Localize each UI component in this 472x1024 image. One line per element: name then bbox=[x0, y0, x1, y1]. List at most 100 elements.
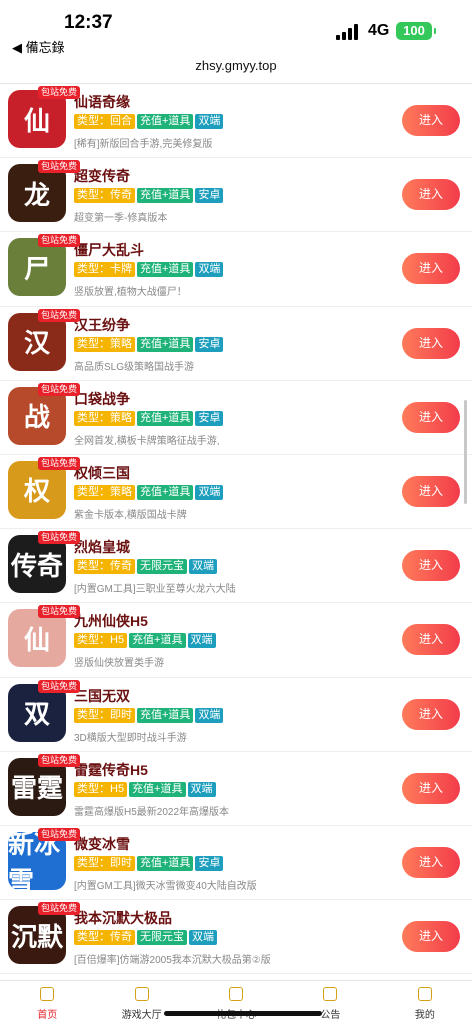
enter-button[interactable]: 进入 bbox=[402, 550, 460, 582]
url-bar[interactable]: zhsy.gmyy.top bbox=[0, 58, 472, 84]
nav-item-gamepad[interactable]: 游戏大厅 bbox=[94, 981, 188, 1024]
game-name[interactable]: 三国无双 bbox=[74, 686, 130, 706]
game-row[interactable]: 包站免费权权倾三国 类型：策略 充值+道具 双端 紫金卡版本,横版国战卡牌 进入 bbox=[0, 455, 472, 530]
feature-tag: 充值+道具 bbox=[137, 336, 194, 352]
game-tags: 类型：策略 充值+道具 双端 bbox=[74, 484, 224, 500]
game-row[interactable]: 包站免费战口袋战争 类型：策略 充值+道具 安卓 全网首发,横板卡牌策略征战手游, 进入 bbox=[0, 381, 472, 455]
platform-tag: 双端 bbox=[187, 633, 216, 649]
platform-tag: 安卓 bbox=[195, 188, 224, 204]
game-row[interactable]: 包站免费双三国无双 类型：即时 充值+道具 双端 3D横版大型即时战斗手游 进入 bbox=[0, 678, 472, 752]
game-name[interactable]: 权倾三国 bbox=[74, 463, 130, 483]
free-ribbon: 包站免费 bbox=[38, 160, 81, 174]
scrollbar[interactable] bbox=[464, 400, 467, 504]
platform-tag: 双端 bbox=[189, 559, 217, 575]
free-ribbon: 包站免费 bbox=[38, 234, 81, 248]
game-row[interactable]: 包站免费 传奇 烈焰皇城 类型：传奇 无限元宝 双端 [内置GM工具]三职业至尊火龙六大陆进… bbox=[0, 529, 472, 604]
enter-button[interactable]: 进入 bbox=[402, 105, 460, 136]
type-tag: 类型：传奇 bbox=[74, 188, 135, 204]
game-row[interactable]: 包站免费尸僵尸大乱斗 类型：卡牌 充值+道具 双端 竖版放置,植物大战僵尸！ 进入 bbox=[0, 232, 472, 307]
feature-tag: 充值+道具 bbox=[137, 855, 194, 871]
game-tags: 类型：H5 充值+道具 双端 bbox=[74, 781, 216, 797]
back-to-app-link[interactable]: ◀ 備忘錄 bbox=[12, 37, 65, 56]
platform-tag: 双端 bbox=[187, 781, 216, 797]
game-tags: 类型：回合 充值+道具 双端 bbox=[74, 114, 224, 129]
type-tag: 类型：H5 bbox=[74, 781, 128, 797]
game-tags: 类型：策略 充值+道具 安卓 bbox=[74, 336, 224, 352]
type-tag: 类型：策略 bbox=[74, 410, 135, 426]
type-tag: 类型：卡牌 bbox=[74, 262, 135, 278]
game-name[interactable]: 僵尸大乱斗 bbox=[74, 240, 144, 260]
battery-icon: 100 bbox=[396, 22, 436, 40]
feature-tag: 充值+道具 bbox=[137, 188, 194, 204]
game-row[interactable]: 包站免费 雷霆 雷霆传奇H5 类型：H5 充值+道具 双端 雷霆高爆版H5最新2022年高爆… bbox=[0, 752, 472, 826]
network-label: 4G bbox=[368, 22, 390, 39]
feature-tag: 无限元宝 bbox=[137, 930, 187, 946]
type-tag: 类型：传奇 bbox=[74, 930, 135, 946]
type-tag: 类型：传奇 bbox=[74, 559, 135, 575]
game-row[interactable]: 包站免费 沉默 我本沉默大极品 类型：传奇 无限元宝 双端 [百倍爆率]仿端游2005我本沉… bbox=[0, 900, 472, 975]
game-tags: 类型：即时 充值+道具 双端 bbox=[74, 707, 224, 723]
game-tags: 类型：传奇 充值+道具 安卓 bbox=[74, 188, 224, 204]
nav-item-user[interactable]: 我的 bbox=[378, 981, 472, 1024]
game-name[interactable]: 九州仙侠H5 bbox=[74, 611, 148, 631]
game-icon[interactable]: 尸 bbox=[8, 238, 66, 297]
feature-tag: 充值+道具 bbox=[137, 262, 194, 278]
game-tags: 类型：卡牌 充值+道具 双端 bbox=[74, 262, 224, 278]
game-tags: 类型：H5 充值+道具 双端 bbox=[74, 633, 216, 649]
game-row[interactable]: 包站免费汉汉王纷争 类型：策略 充值+道具 安卓 高品质SLG级策略国战手游 进入 bbox=[0, 307, 472, 381]
game-name[interactable]: 口袋战争 bbox=[74, 389, 130, 409]
enter-button[interactable]: 进入 bbox=[402, 772, 460, 804]
game-description: 紫金卡版本,横版国战卡牌 bbox=[74, 509, 187, 521]
platform-tag: 双端 bbox=[195, 262, 224, 278]
type-tag: 类型：H5 bbox=[74, 633, 128, 649]
nav-label: 首页 bbox=[37, 1010, 58, 1021]
home-icon bbox=[40, 987, 55, 1001]
enter-button[interactable]: 进入 bbox=[402, 698, 460, 730]
nav-item-gift[interactable]: 礼包中心 bbox=[189, 981, 283, 1024]
enter-button[interactable]: 进入 bbox=[402, 846, 460, 878]
nav-item-home[interactable]: 首页 bbox=[0, 981, 94, 1024]
gift-icon bbox=[229, 987, 244, 1001]
enter-button[interactable]: 进入 bbox=[402, 921, 460, 953]
game-name[interactable]: 雷霆传奇H5 bbox=[74, 760, 148, 780]
feature-tag: 充值+道具 bbox=[129, 633, 186, 649]
feature-tag: 无限元宝 bbox=[137, 559, 187, 575]
game-description: [稀有]新版回合手游,完美修复版 bbox=[74, 139, 213, 150]
type-tag: 类型：策略 bbox=[74, 484, 135, 500]
game-description: 雷霆高爆版H5最新2022年高爆版本 bbox=[74, 806, 230, 818]
chat-icon bbox=[323, 987, 338, 1001]
game-name[interactable]: 超变传奇 bbox=[74, 166, 130, 186]
signal-icon bbox=[336, 24, 360, 40]
feature-tag: 充值+道具 bbox=[137, 114, 194, 129]
feature-tag: 充值+道具 bbox=[129, 781, 186, 797]
home-indicator[interactable] bbox=[164, 1011, 322, 1016]
game-description: 竖版仙侠放置类手游 bbox=[74, 658, 164, 670]
game-name[interactable]: 汉王纷争 bbox=[74, 315, 130, 335]
game-name[interactable]: 烈焰皇城 bbox=[74, 537, 130, 557]
game-row[interactable]: 包站免费龙超变传奇 类型：传奇 充值+道具 安卓 超变第一季-修真版本 进入 bbox=[0, 158, 472, 233]
game-name[interactable]: 微变冰雪 bbox=[74, 834, 130, 854]
enter-button[interactable]: 进入 bbox=[402, 475, 460, 507]
clock: 12:37 bbox=[64, 12, 113, 33]
enter-button[interactable]: 进入 bbox=[402, 624, 460, 656]
type-tag: 类型：回合 bbox=[74, 114, 135, 129]
enter-button[interactable]: 进入 bbox=[402, 327, 460, 359]
game-description: 超变第一季-修真版本 bbox=[74, 213, 168, 225]
game-row[interactable]: 包站免费仙仙语奇缘 类型：回合 充值+道具 双端 [稀有]新版回合手游,完美修复版 进入 bbox=[0, 84, 472, 159]
game-tags: 类型：即时 充值+道具 安卓 bbox=[74, 855, 224, 871]
enter-button[interactable]: 进入 bbox=[402, 179, 460, 211]
platform-tag: 双端 bbox=[189, 930, 217, 946]
free-ribbon: 包站免费 bbox=[38, 382, 81, 396]
enter-button[interactable]: 进入 bbox=[402, 253, 460, 285]
enter-button[interactable]: 进入 bbox=[402, 401, 460, 433]
platform-tag: 双端 bbox=[195, 484, 224, 500]
game-row[interactable]: 包站免费仙九州仙侠H5 类型：H5 充值+道具 双端 竖版仙侠放置类手游 进入 bbox=[0, 603, 472, 678]
nav-item-chat[interactable]: 公告 bbox=[283, 981, 377, 1024]
game-name[interactable]: 我本沉默大极品 bbox=[74, 908, 172, 928]
game-tags: 类型：传奇 无限元宝 双端 bbox=[74, 559, 217, 575]
game-name[interactable]: 仙语奇缘 bbox=[74, 92, 130, 112]
gamepad-icon bbox=[134, 987, 149, 1001]
type-tag: 类型：策略 bbox=[74, 336, 135, 352]
game-row[interactable]: 包站免费 新冰雪 微变冰雪 类型：即时 充值+道具 安卓 [内置GM工具]微天冰雪微变40大… bbox=[0, 826, 472, 901]
game-description: [百倍爆率]仿端游2005我本沉默大极品第②版 bbox=[74, 955, 271, 967]
